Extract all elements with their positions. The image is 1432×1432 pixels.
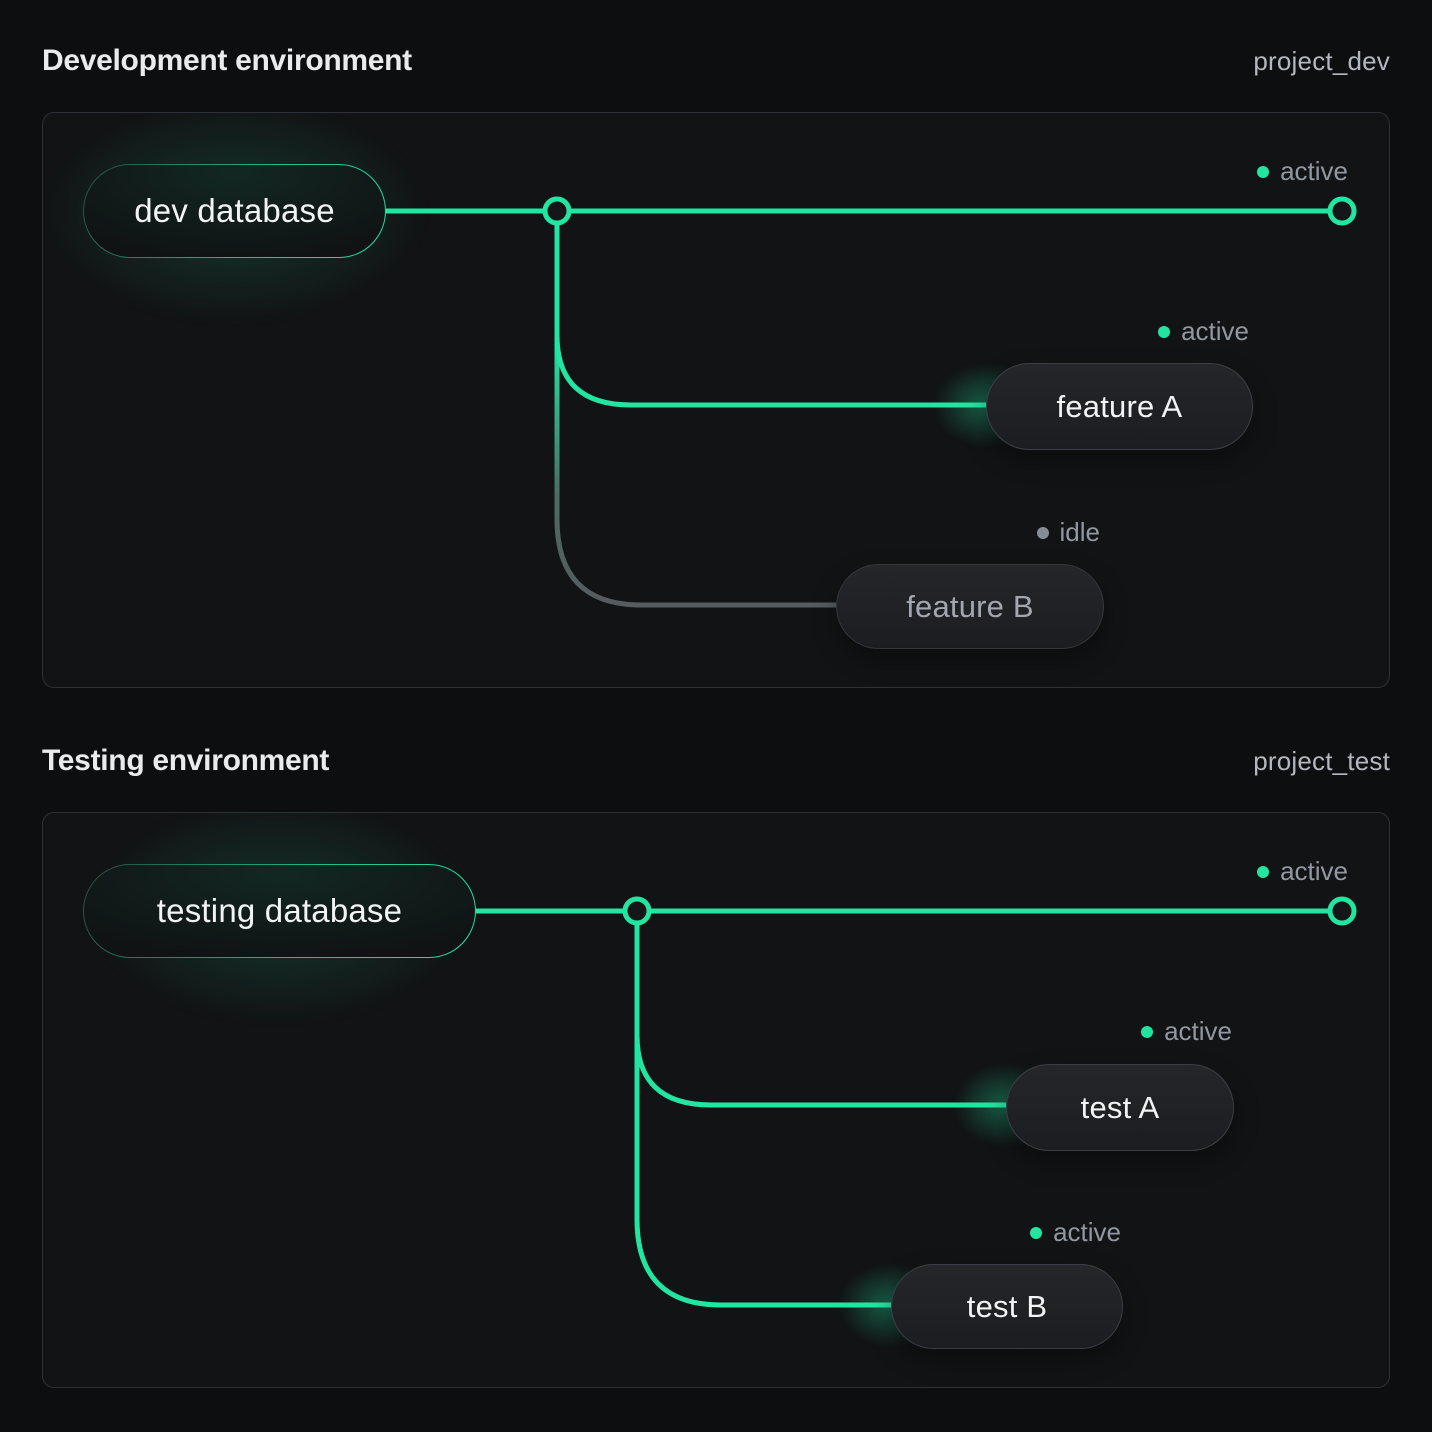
status-label: active bbox=[1158, 316, 1249, 347]
status-text: active bbox=[1053, 1217, 1121, 1248]
branch-line-test-b bbox=[637, 924, 891, 1305]
project-name: project_dev bbox=[1253, 46, 1390, 77]
endpoint-icon bbox=[1330, 199, 1354, 223]
status-text: active bbox=[1164, 1016, 1232, 1047]
status-label: idle bbox=[1037, 517, 1100, 548]
env-title: Development environment bbox=[42, 44, 412, 78]
status-text: idle bbox=[1060, 517, 1100, 548]
status-label: active bbox=[1257, 156, 1348, 187]
status-label: active bbox=[1141, 1016, 1232, 1047]
active-status-dot-icon bbox=[1030, 1227, 1042, 1239]
active-status-dot-icon bbox=[1141, 1026, 1153, 1038]
active-status-dot-icon bbox=[1257, 166, 1269, 178]
branch-line-test-a bbox=[637, 924, 1006, 1105]
branch-point-icon bbox=[625, 899, 649, 923]
branch-point-icon bbox=[545, 199, 569, 223]
database-node-label: testing database bbox=[157, 892, 402, 930]
database-node[interactable]: testing database bbox=[83, 864, 476, 958]
status-text: active bbox=[1181, 316, 1249, 347]
branch-line-feature-a bbox=[557, 224, 986, 405]
dev-env-header: Development environment project_dev bbox=[42, 44, 1390, 88]
branch-node-label: feature B bbox=[906, 589, 1034, 625]
status-label: active bbox=[1257, 856, 1348, 887]
branch-node-test-b[interactable]: test B bbox=[891, 1264, 1123, 1349]
active-status-dot-icon bbox=[1158, 326, 1170, 338]
status-text: active bbox=[1280, 156, 1348, 187]
branch-node-label: test A bbox=[1081, 1090, 1160, 1126]
dev-env-panel: dev database active active feature A idl… bbox=[42, 112, 1390, 688]
branch-node-label: test B bbox=[967, 1289, 1047, 1325]
branch-node-feature-b[interactable]: feature B bbox=[836, 564, 1104, 649]
status-label: active bbox=[1030, 1217, 1121, 1248]
test-env-header: Testing environment project_test bbox=[42, 744, 1390, 788]
branch-node-test-a[interactable]: test A bbox=[1006, 1064, 1234, 1151]
branch-node-label: feature A bbox=[1057, 389, 1183, 425]
env-title: Testing environment bbox=[42, 744, 329, 778]
active-status-dot-icon bbox=[1257, 866, 1269, 878]
database-node[interactable]: dev database bbox=[83, 164, 386, 258]
idle-status-dot-icon bbox=[1037, 527, 1049, 539]
project-name: project_test bbox=[1253, 746, 1390, 777]
endpoint-icon bbox=[1330, 899, 1354, 923]
test-env-panel: testing database active active test A ac… bbox=[42, 812, 1390, 1388]
branching-illustration: Development environment project_dev bbox=[0, 0, 1432, 1432]
status-text: active bbox=[1280, 856, 1348, 887]
database-node-label: dev database bbox=[134, 192, 335, 230]
branch-line-feature-b bbox=[557, 224, 836, 605]
branch-node-feature-a[interactable]: feature A bbox=[986, 363, 1253, 450]
